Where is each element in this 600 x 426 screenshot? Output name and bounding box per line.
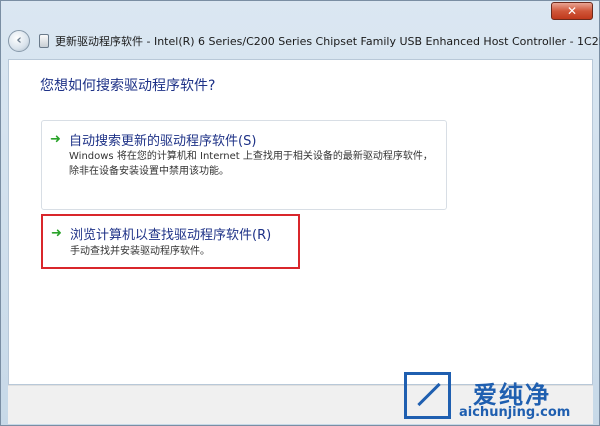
- usb-device-icon: [39, 34, 49, 48]
- auto-search-option[interactable]: ➜ 自动搜索更新的驱动程序软件(S) Windows 将在您的计算机和 Inte…: [41, 120, 447, 210]
- window-title: 更新驱动程序软件 - Intel(R) 6 Series/C200 Series…: [55, 35, 600, 48]
- auto-search-title: 自动搜索更新的驱动程序软件(S): [69, 134, 257, 149]
- auto-search-description: Windows 将在您的计算机和 Internet 上查找用于相关设备的最新驱动…: [69, 151, 433, 177]
- navigation-bar: ‹ 更新驱动程序软件 - Intel(R) 6 Series/C200 Seri…: [1, 23, 600, 59]
- dialog-window: ✕ ‹ 更新驱动程序软件 - Intel(R) 6 Series/C200 Se…: [0, 0, 600, 426]
- watermark-logo-icon: [404, 372, 451, 419]
- browse-computer-title: 浏览计算机以查找驱动程序软件(R): [70, 228, 272, 243]
- content-panel: 您想如何搜索驱动程序软件? ➜ 自动搜索更新的驱动程序软件(S) Windows…: [8, 59, 593, 385]
- title-bar: ✕: [1, 1, 599, 23]
- close-button[interactable]: ✕: [551, 2, 593, 20]
- browse-computer-description: 手动查找并安装驱动程序软件。: [70, 246, 210, 257]
- green-arrow-icon: ➜: [51, 226, 62, 241]
- watermark-url: aichunjing.com: [459, 405, 571, 420]
- green-arrow-icon: ➜: [50, 132, 61, 147]
- back-button[interactable]: ‹: [8, 30, 30, 52]
- browse-computer-option[interactable]: ➜ 浏览计算机以查找驱动程序软件(R) 手动查找并安装驱动程序软件。: [41, 214, 300, 269]
- page-heading: 您想如何搜索驱动程序软件?: [40, 78, 216, 94]
